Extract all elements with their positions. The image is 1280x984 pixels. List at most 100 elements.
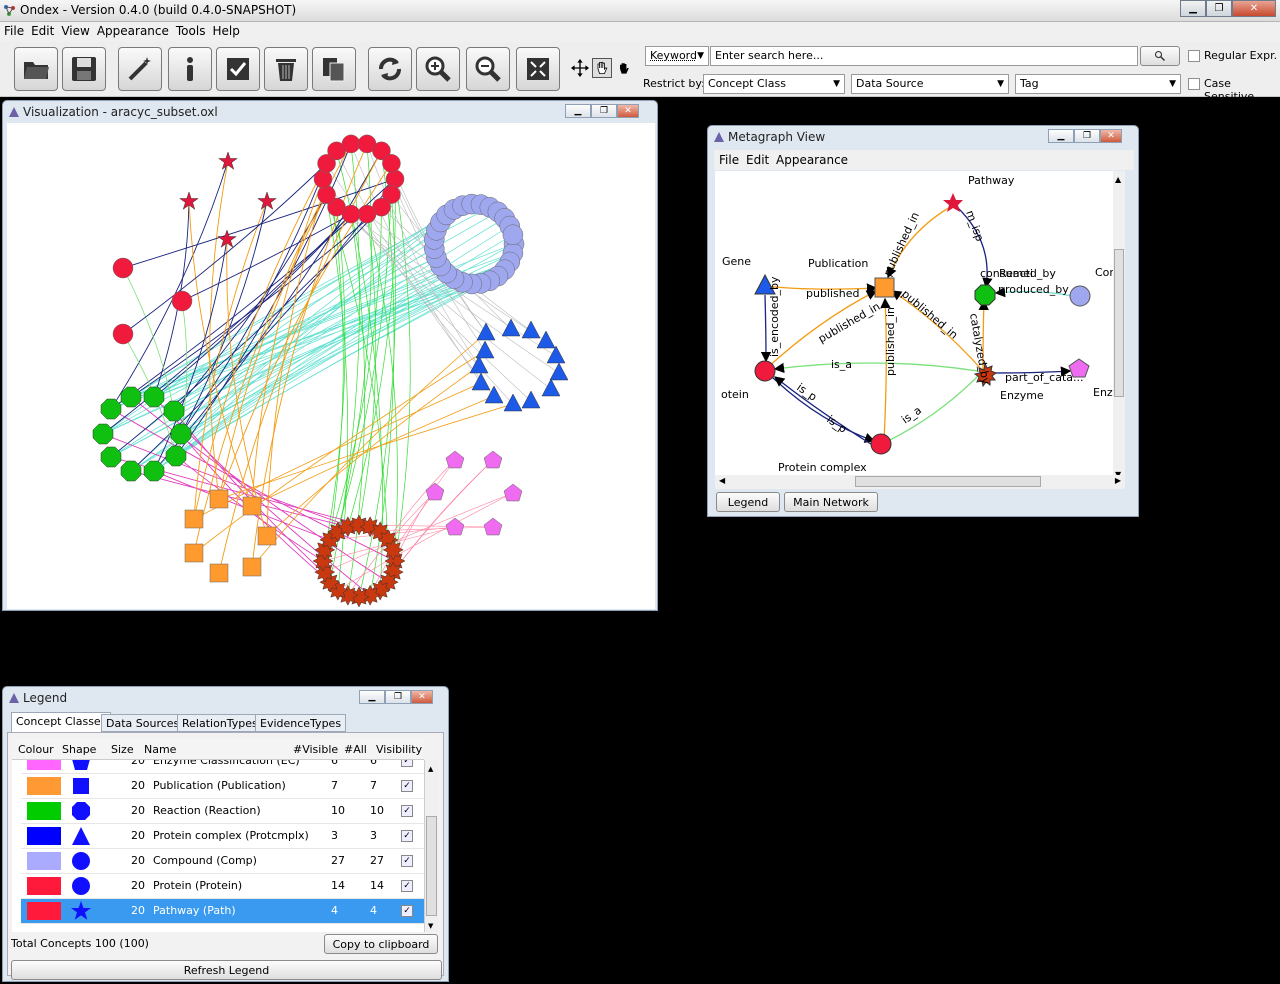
- publication-node[interactable]: [184, 543, 204, 563]
- checklist-button[interactable]: [216, 47, 260, 91]
- case-sensitive-checkbox[interactable]: [1188, 78, 1200, 90]
- protein-node[interactable]: [317, 185, 336, 204]
- reaction-node[interactable]: [92, 423, 114, 445]
- protein-complex-node[interactable]: [476, 322, 496, 341]
- protein-complex-node[interactable]: [536, 330, 556, 349]
- protein-complex-node[interactable]: [521, 320, 541, 339]
- reaction-node[interactable]: [163, 400, 185, 422]
- close-button[interactable]: ✕: [1232, 0, 1276, 17]
- publication-node[interactable]: [184, 509, 204, 529]
- legend-row[interactable]: 20 Reaction (Reaction) 10 10 ✓: [21, 799, 424, 824]
- protein-node[interactable]: [385, 169, 405, 189]
- scroll-thumb[interactable]: [426, 816, 437, 916]
- maximize-button[interactable]: ❐: [591, 104, 617, 118]
- protein-complex-node[interactable]: [475, 340, 495, 359]
- pathway-node[interactable]: [218, 151, 238, 170]
- protein-node[interactable]: [754, 360, 776, 382]
- publication-node[interactable]: [242, 557, 262, 577]
- col-size[interactable]: Size: [111, 743, 134, 756]
- tab-relation-types[interactable]: RelationTypes: [177, 714, 263, 732]
- scroll-thumb[interactable]: [1114, 249, 1124, 397]
- tab-data-sources[interactable]: Data Sources: [101, 714, 185, 732]
- concept-class-select[interactable]: Concept Class ▼: [703, 74, 845, 94]
- publication-node[interactable]: [242, 496, 262, 516]
- visibility-checkbox[interactable]: ✓: [401, 855, 413, 867]
- refresh-legend-button[interactable]: Refresh Legend: [11, 960, 442, 980]
- reaction-node[interactable]: [100, 446, 122, 468]
- tab-evidence-types[interactable]: EvidenceTypes: [255, 714, 347, 732]
- metagraph-horizontal-scrollbar[interactable]: ◀ ▶: [715, 475, 1125, 489]
- legend-row[interactable]: 20 Compound (Comp) 27 27 ✓: [21, 849, 424, 874]
- enzyme-class-node[interactable]: [483, 450, 503, 469]
- scroll-up-icon[interactable]: ▲: [428, 765, 433, 773]
- publication-node[interactable]: [209, 489, 229, 509]
- grab-tool[interactable]: [614, 58, 634, 78]
- minimize-button[interactable]: ▁: [1048, 129, 1074, 143]
- protein-node[interactable]: [341, 134, 361, 154]
- protein-complex-node[interactable]: [546, 345, 566, 364]
- refresh-button[interactable]: [368, 47, 412, 91]
- delete-button[interactable]: [264, 47, 308, 91]
- reaction-node[interactable]: [120, 386, 142, 408]
- metagraph-vertical-scrollbar[interactable]: ▲ ▼: [1113, 171, 1125, 483]
- scroll-up-icon[interactable]: ▲: [1115, 175, 1121, 184]
- metagraph-menu-edit[interactable]: Edit: [746, 153, 769, 167]
- protein-complex-node[interactable]: [870, 433, 892, 455]
- protein-node[interactable]: [313, 169, 333, 189]
- protein-complex-node[interactable]: [521, 390, 541, 409]
- protein-complex-node[interactable]: [501, 318, 521, 337]
- menu-appearance[interactable]: Appearance: [93, 22, 172, 38]
- menu-tools[interactable]: Tools: [172, 22, 209, 38]
- search-button[interactable]: [1140, 46, 1180, 66]
- visibility-checkbox[interactable]: ✓: [401, 780, 413, 792]
- menu-help[interactable]: Help: [208, 22, 242, 38]
- enzyme-class-node[interactable]: [445, 450, 465, 469]
- copy-to-clipboard-button[interactable]: Copy to clipboard: [324, 934, 438, 954]
- reaction-node[interactable]: [100, 398, 122, 420]
- wand-button[interactable]: [118, 47, 162, 91]
- protein-node[interactable]: [171, 290, 193, 312]
- reaction-node[interactable]: [974, 284, 996, 306]
- tab-concept-classes[interactable]: Concept Classes: [11, 712, 112, 732]
- col-shape[interactable]: Shape: [62, 743, 96, 756]
- reaction-node[interactable]: [120, 460, 142, 482]
- zoom-out-button[interactable]: [466, 47, 510, 91]
- zoom-in-button[interactable]: [416, 47, 460, 91]
- publication-node[interactable]: [209, 563, 229, 583]
- publication-node[interactable]: [874, 277, 895, 298]
- protein-node[interactable]: [112, 257, 134, 279]
- close-button[interactable]: ✕: [1100, 129, 1122, 143]
- legend-row[interactable]: 20 Protein complex (Protcmplx) 3 3 ✓: [21, 824, 424, 849]
- fit-screen-button[interactable]: [516, 47, 560, 91]
- info-button[interactable]: [168, 47, 212, 91]
- menu-view[interactable]: View: [57, 22, 92, 38]
- enzyme-class-node[interactable]: [503, 483, 523, 502]
- compound-node[interactable]: [502, 224, 524, 246]
- col-name[interactable]: Name: [144, 743, 176, 756]
- col-visibility[interactable]: Visibility: [376, 743, 422, 756]
- maximize-button[interactable]: ❐: [385, 690, 411, 704]
- move-tool[interactable]: [570, 58, 590, 78]
- network-canvas[interactable]: [7, 123, 655, 609]
- main-network-button[interactable]: Main Network: [784, 492, 878, 512]
- visibility-checkbox[interactable]: ✓: [401, 880, 413, 892]
- legend-row[interactable]: 20 Pathway (Path) 4 4 ✓: [21, 899, 424, 924]
- menu-file[interactable]: File: [0, 22, 27, 38]
- minimize-button[interactable]: ▁: [1180, 0, 1206, 17]
- visibility-checkbox[interactable]: ✓: [401, 905, 413, 917]
- search-mode-select[interactable]: Keyword ▼: [645, 46, 709, 66]
- protein-complex-node[interactable]: [503, 393, 523, 412]
- scroll-right-icon[interactable]: ▶: [1115, 476, 1121, 485]
- publication-node[interactable]: [257, 526, 277, 546]
- search-input[interactable]: Enter search here...: [710, 46, 1138, 66]
- visibility-checkbox[interactable]: ✓: [401, 805, 413, 817]
- enzyme-class-node[interactable]: [445, 517, 465, 536]
- pan-tool[interactable]: [592, 58, 612, 78]
- reaction-node[interactable]: [143, 460, 165, 482]
- enzyme-class-node[interactable]: [483, 517, 503, 536]
- visibility-checkbox[interactable]: ✓: [401, 830, 413, 842]
- legend-scrollbar[interactable]: ▲ ▼: [424, 760, 438, 932]
- network-graph[interactable]: [7, 123, 655, 609]
- col-all[interactable]: #All: [344, 743, 367, 756]
- protein-node[interactable]: [112, 323, 134, 345]
